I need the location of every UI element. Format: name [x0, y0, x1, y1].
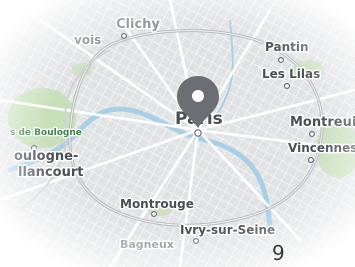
label-montreuil: Montreuil — [290, 115, 355, 130]
label-bois-de-boulogne: s de Boulogne — [10, 128, 82, 138]
label-boulogne-billancourt-line1: oulogne- — [14, 149, 78, 164]
label-clichy: Clichy — [116, 17, 160, 32]
label-ivry-sur-seine: Ivry-sur-Seine — [180, 223, 275, 237]
label-vincennes: Vincennes — [288, 141, 355, 155]
map-tiles: Clichy vois Pantin Les Lilas Montreuil V… — [0, 0, 355, 267]
label-les-lilas: Les Lilas — [262, 67, 320, 81]
label-bagneux: Bagneux — [120, 238, 174, 251]
label-boulogne-billancourt-line2: llancourt — [18, 165, 83, 180]
map-view[interactable]: Clichy vois Pantin Les Lilas Montreuil V… — [0, 0, 355, 267]
page-number: 9 — [272, 241, 285, 265]
label-levallois: vois — [74, 33, 101, 47]
label-pantin: Pantin — [265, 40, 309, 54]
label-montrouge: Montrouge — [120, 197, 194, 211]
